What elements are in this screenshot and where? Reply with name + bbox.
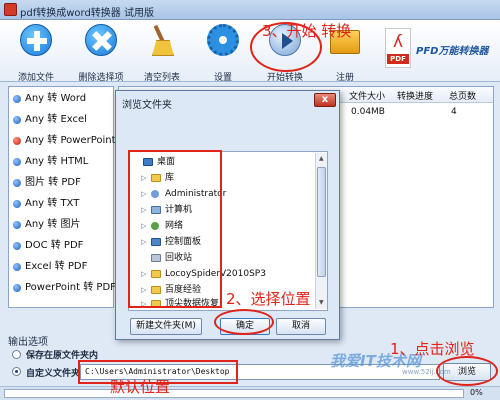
format-item[interactable]: PowerPoint 转 PDF [11, 279, 116, 297]
format-item[interactable]: Excel 转 PDF [11, 258, 113, 276]
delete-x-icon [85, 24, 117, 56]
format-item[interactable]: Any 转 图片 [11, 216, 113, 234]
radio-dot-selected-icon [13, 137, 21, 145]
annotation-step2: 2、选择位置 [226, 290, 311, 308]
radio-dot-icon [13, 200, 21, 208]
format-item[interactable]: Any 转 Word [11, 90, 113, 108]
column-header-pages[interactable]: 总页数 [449, 89, 476, 102]
format-item[interactable]: Any 转 Excel [11, 111, 113, 129]
annotation-default-location: 默认位置 [110, 378, 171, 396]
add-file-button[interactable]: 添加文件 [6, 24, 66, 83]
cancel-button[interactable]: 取消 [276, 318, 326, 335]
app-icon [4, 3, 17, 16]
register-label: 注册 [335, 73, 354, 83]
scroll-up-icon[interactable]: ▲ [319, 155, 324, 162]
tree-scrollbar[interactable]: ▲ ▼ [315, 153, 327, 309]
format-item-selected[interactable]: Any 转 PowerPoint [11, 132, 116, 150]
pdf-logo: ʎ PDF [385, 28, 411, 68]
column-header-progress[interactable]: 转换进度 [397, 89, 433, 102]
conversion-progress-bar [4, 389, 464, 398]
radio-dot-icon [13, 95, 21, 103]
cell-pages: 4 [451, 107, 457, 117]
radio-dot-icon [13, 284, 21, 292]
plus-icon [20, 24, 52, 56]
radio-dot-icon [13, 116, 21, 124]
window-title: pdf转换成word转换器 试用版 [20, 8, 154, 19]
annotation-ring-ok [214, 309, 274, 335]
annotation-ring-start [250, 22, 322, 72]
cell-size: 0.04MB [351, 107, 385, 117]
clear-list-label: 清空列表 [143, 73, 180, 83]
dialog-close-button[interactable]: x [314, 93, 336, 107]
new-folder-button[interactable]: 新建文件夹(M) [130, 318, 202, 335]
delete-selected-button[interactable]: 删除选择项 [71, 24, 131, 83]
progress-percent: 0% [470, 388, 483, 397]
format-list: Any 转 Word Any 转 Excel Any 转 PowerPoint … [8, 86, 116, 308]
annotation-ring-browse [436, 356, 498, 386]
scroll-thumb[interactable] [317, 167, 326, 277]
radio-dot-icon [13, 158, 21, 166]
scroll-down-icon[interactable]: ▼ [319, 299, 324, 306]
column-header-size[interactable]: 文件大小 [349, 89, 385, 102]
radio-custom-folder[interactable] [12, 367, 21, 376]
format-item[interactable]: Any 转 TXT [11, 195, 113, 213]
format-item[interactable]: 图片 转 PDF [11, 174, 113, 192]
delete-selected-label: 删除选择项 [78, 73, 124, 83]
radio-dot-icon [13, 242, 21, 250]
pdf-logo-text: PDF [387, 54, 409, 64]
format-item[interactable]: DOC 转 PDF [11, 237, 113, 255]
annotation-box-folders [128, 150, 222, 308]
status-bar: 0% [0, 386, 500, 400]
clear-list-button[interactable]: 清空列表 [132, 24, 192, 83]
gear-icon [207, 24, 239, 56]
add-file-label: 添加文件 [17, 73, 54, 83]
dialog-title: 浏览文件夹 [122, 100, 172, 111]
radio-dot-icon [13, 263, 21, 271]
output-section-title: 输出选项 [8, 337, 48, 348]
radio-save-in-source[interactable] [12, 350, 21, 359]
broom-icon [146, 24, 178, 56]
settings-label: 设置 [213, 73, 232, 83]
radio-dot-icon [13, 221, 21, 229]
custom-folder-label: 自定义文件夹 [26, 369, 81, 379]
radio-dot-icon [13, 179, 21, 187]
acrobat-icon: ʎ [392, 32, 404, 52]
format-item[interactable]: Any 转 HTML [11, 153, 113, 171]
brand-text: PFD万能转换器 [416, 46, 489, 57]
title-bar: pdf转换成word转换器 试用版 [0, 0, 500, 20]
settings-button[interactable]: 设置 [193, 24, 253, 83]
